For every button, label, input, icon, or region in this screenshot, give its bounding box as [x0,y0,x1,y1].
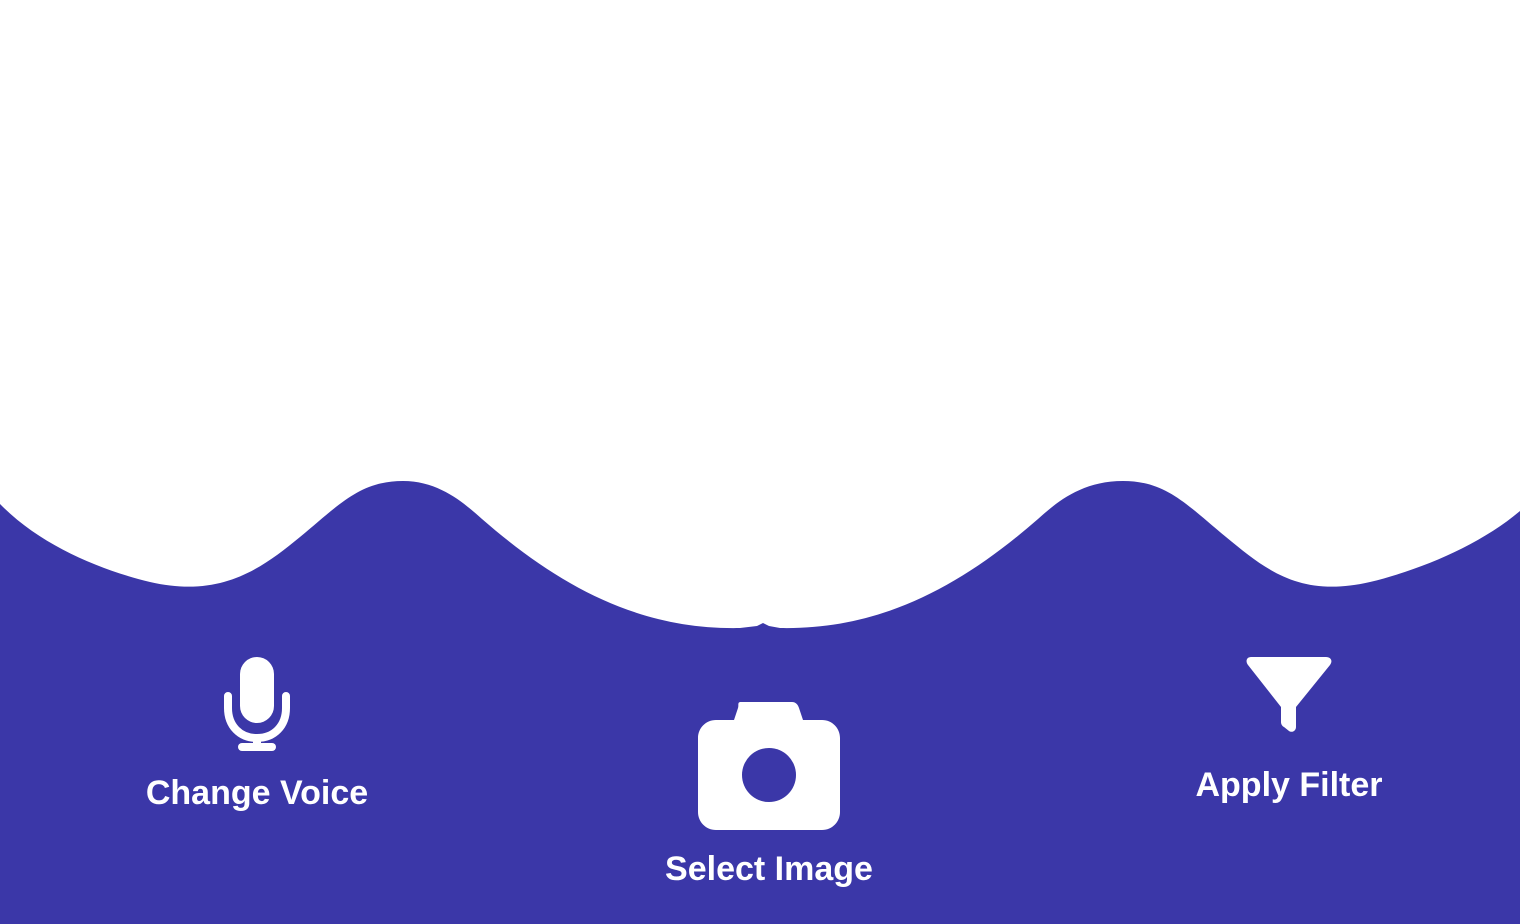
select-image-button[interactable]: Select Image [640,702,898,886]
change-voice-button[interactable]: Change Voice [128,654,386,810]
change-voice-label: Change Voice [145,774,369,812]
camera-icon [698,702,840,830]
filter-icon [1246,657,1332,732]
microphone-icon [224,657,290,751]
apply-filter-label: Apply Filter [1195,766,1383,804]
toolbar-stage: Change Voice Select Image Apply Filter [0,0,1520,924]
select-image-label: Select Image [665,850,873,888]
apply-filter-button[interactable]: Apply Filter [1160,654,1418,802]
